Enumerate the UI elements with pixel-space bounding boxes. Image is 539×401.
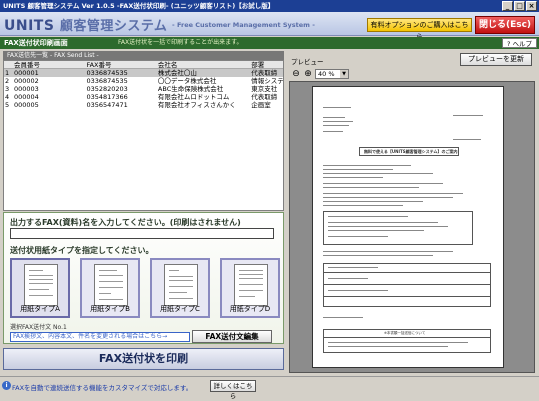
preview-page: 無料で使える【UNITS顧客管理システム】のご案内 ※本書類一括送信について [312,86,504,368]
zoom-out-icon[interactable]: ⊖ [291,69,301,79]
row-index: 4 [5,93,10,101]
doc-title-box: 無料で使える【UNITS顧客管理システム】のご案内 [359,147,459,156]
help-label: ヘルプ [512,40,533,48]
table-row[interactable]: 1 000001 0336874535 株式会社〇山 代表取締 [4,69,283,77]
table-row[interactable]: 3 000003 0352820203 ABC生命保険株式会社 東京支社 [4,85,283,93]
edit-fax-text-button[interactable]: FAX送付文編集 [192,330,272,343]
section-bar: FAX送付状印刷画面 FAX送付状を一括で印刷することが出来ます。 ? ヘルプ [0,37,539,49]
paper-type-b-button[interactable]: 用紙タイプB [80,258,140,318]
close-app-button[interactable]: 閉じる(Esc) [475,16,535,34]
zoom-select[interactable]: 40 % ▼ [315,68,349,79]
paper-type-label: 送付状用紙タイプを指定してください。 [10,246,154,255]
settings-panel: 出力するFAX(資料)名を入力してください。(印刷はされません) 送付状用紙タイ… [3,212,284,344]
paper-a-thumbnail [24,264,58,306]
member-id-cell: 000003 [13,85,39,93]
dept-cell: 東京支社 [251,85,278,93]
send-list-header: FAX送信先一覧 - FAX Send List - [3,51,284,60]
help-icon: ? [506,40,511,48]
member-id-cell: 000005 [13,101,39,109]
doc-footer-note: ※本書類一括送信について [384,331,426,335]
dept-cell: 企画室 [251,101,271,109]
window-title: UNITS 顧客管理システム Ver 1.0.5 -FAX送付状印刷- (ユニッ… [3,2,275,10]
preview-area[interactable]: 無料で使える【UNITS顧客管理システム】のご案内 ※本書類一括送信について [289,81,535,373]
window-titlebar: UNITS 顧客管理システム Ver 1.0.5 -FAX送付状印刷- (ユニッ… [0,0,539,12]
fax-cell: 0352820203 [86,85,128,93]
fax-cell: 0336874535 [86,77,128,85]
preview-panel: プレビュー プレビューを更新 ⊖ ⊕ 40 % ▼ 無料で使える【UNITS顧客管… [289,51,535,373]
paper-type-label: 用紙タイプA [20,305,60,313]
chevron-down-icon: ▼ [340,69,348,78]
fax-name-input[interactable] [10,228,274,239]
paper-type-label: 用紙タイプC [160,305,200,313]
row-index: 1 [5,69,10,77]
auto-send-link[interactable]: FAXを自動で連続送信する機能をカスタマイズで対応します。 [12,382,192,392]
fax-name-label: 出力するFAX(資料)名を入力してください。(印刷はされません) [10,218,241,227]
dept-cell: 情報システ [251,77,284,85]
col-header[interactable]: 部署 [249,61,283,68]
fax-cell: 0356547471 [86,101,128,109]
window-close-button[interactable]: × [526,1,537,11]
paper-type-c-button[interactable]: 用紙タイプC [150,258,210,318]
paper-b-thumbnail [94,264,128,306]
member-id-cell: 000002 [13,77,39,85]
row-index: 3 [5,85,10,93]
doc-title: 無料で使える【UNITS顧客管理システム】のご案内 [364,149,458,154]
fax-cell: 0336874535 [86,69,128,77]
col-header[interactable]: 会社名 [156,61,249,69]
paper-type-group: 用紙タイプA 用紙タイプB 用紙タイプC 用紙タイプD [10,258,280,318]
col-index-header [4,61,12,68]
status-bar: i FAXを自動で連続送信する機能をカスタマイズで対応します。 詳しくはこちら [0,376,539,400]
table-row[interactable]: 5 000005 0356547471 有限会社オフィスさんかく 企画室 [4,101,283,109]
minimize-button[interactable]: _ [502,1,513,11]
table-row[interactable]: 2 000002 0336874535 〇〇データ株式会社 情報システ [4,77,283,85]
fax-cell: 0354817366 [86,93,128,101]
send-list-table[interactable]: 会員番号 FAX番号 会社名 部署 1 000001 0336874535 株式… [3,60,284,211]
table-header-row: 会員番号 FAX番号 会社名 部署 [4,61,283,69]
print-fax-cover-button[interactable]: FAX送付状を印刷 [3,348,284,370]
refresh-preview-button[interactable]: プレビューを更新 [460,53,532,66]
paper-type-a-button[interactable]: 用紙タイプA [10,258,70,318]
zoom-toolbar: ⊖ ⊕ 40 % ▼ [289,68,535,79]
row-index: 2 [5,77,10,85]
maximize-button[interactable]: □ [514,1,525,11]
col-header[interactable]: FAX番号 [84,61,155,69]
paper-d-thumbnail [234,264,268,306]
company-cell: 〇〇データ株式会社 [157,77,217,85]
left-panel: FAX送信先一覧 - FAX Send List - 会員番号 FAX番号 会社… [3,51,284,371]
row-index: 5 [5,101,10,109]
screen-note: FAX送付状を一括で印刷することが出来ます。 [118,39,243,46]
zoom-value: 40 % [318,69,335,78]
member-id-cell: 000001 [13,69,39,77]
buy-options-button[interactable]: 有料オプションのご購入はこちら [367,18,472,41]
edit-text-link[interactable]: FAX挨拶文、内容本文、件名を変更される場合はこちら→ [10,332,190,342]
help-button[interactable]: ? ヘルプ [501,38,537,48]
member-id-cell: 000004 [13,93,39,101]
paper-type-d-button[interactable]: 用紙タイプD [220,258,280,318]
table-row[interactable]: 4 000004 0354817366 有限会社ムロドットコム 代表取締 [4,93,283,101]
company-cell: 有限会社ムロドットコム [157,93,230,101]
paper-type-label: 用紙タイプD [229,305,271,313]
app-subtitle: - Free Customer Management System - [172,21,315,29]
info-icon: i [2,381,11,390]
company-cell: 株式会社〇山 [157,69,197,77]
app-logo: UNITS 顧客管理システム [4,15,167,34]
logo-jp-text: 顧客管理システム [59,19,168,34]
preview-label: プレビュー [291,58,324,66]
paper-type-label: 用紙タイプB [90,305,130,313]
col-header[interactable]: 会員番号 [12,61,84,69]
app-header: UNITS 顧客管理システム - Free Customer Managemen… [0,12,539,41]
paper-c-thumbnail [164,264,198,306]
logo-units-text: UNITS [4,18,55,34]
screen-title: FAX送付状印刷画面 [4,39,68,47]
details-button[interactable]: 詳しくはこちら [210,380,256,400]
zoom-in-icon[interactable]: ⊕ [303,69,313,79]
dept-cell: 代表取締 [251,93,278,101]
dept-cell: 代表取締 [251,69,278,77]
company-cell: ABC生命保険株式会社 [157,85,224,93]
company-cell: 有限会社オフィスさんかく [157,101,236,109]
selected-template-note: 選択FAX送付文 No.1 [10,324,67,331]
